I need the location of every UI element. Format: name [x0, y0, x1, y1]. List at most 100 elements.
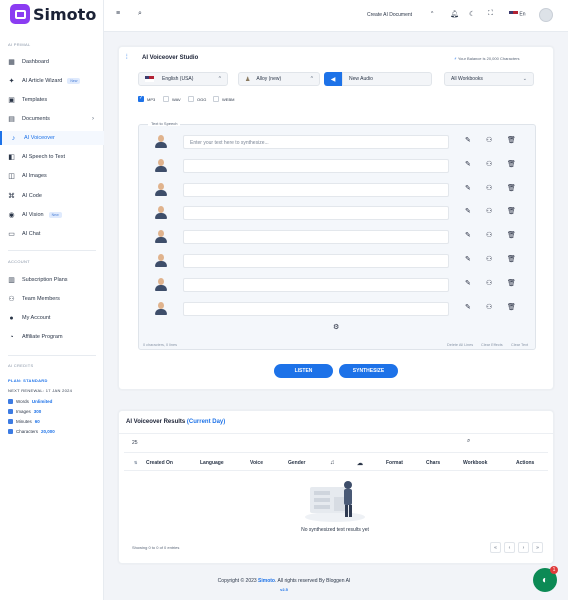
- brand-logo[interactable]: Simoto: [10, 4, 96, 24]
- voice-avatar[interactable]: [155, 277, 167, 292]
- delete-icon[interactable]: 🗑︎: [507, 304, 516, 311]
- voice-avatar[interactable]: [155, 206, 167, 220]
- moon-icon[interactable]: ☾: [469, 10, 475, 18]
- sidebar-item-dashboard[interactable]: ▦ Dashboard: [0, 55, 104, 69]
- effects-icon[interactable]: ✎: [465, 137, 472, 144]
- pager-prev-button[interactable]: ‹: [504, 542, 515, 553]
- voice-change-icon[interactable]: ⚇: [486, 161, 493, 168]
- menu-toggle-icon[interactable]: ≡: [116, 10, 120, 17]
- format-wav[interactable]: WAV: [163, 96, 181, 102]
- delete-all-lines-button[interactable]: Delete All Lines: [447, 343, 473, 347]
- column-workbook[interactable]: Workbook: [463, 460, 487, 466]
- voice-avatar[interactable]: [155, 230, 167, 244]
- format-ogg[interactable]: OGG: [188, 96, 206, 102]
- pager-first-button[interactable]: «: [490, 542, 501, 553]
- pager-next-button[interactable]: ›: [518, 542, 529, 553]
- vision-icon: ◉: [8, 212, 15, 219]
- delete-icon[interactable]: 🗑︎: [507, 208, 516, 215]
- effects-icon[interactable]: ✎: [465, 232, 472, 239]
- fullscreen-icon[interactable]: ⛶: [488, 10, 493, 18]
- column-chars[interactable]: Chars: [426, 460, 440, 466]
- column-actions[interactable]: Actions: [516, 460, 534, 466]
- add-line-icon[interactable]: ⚙︎: [333, 323, 339, 331]
- voice-change-icon[interactable]: ⚇: [486, 256, 493, 263]
- search-icon[interactable]: ⌕: [138, 10, 142, 18]
- language-select[interactable]: English (USA) ^: [138, 72, 228, 86]
- column-format[interactable]: Format: [386, 460, 403, 466]
- delete-icon[interactable]: 🗑︎: [507, 137, 516, 144]
- sidebar-item-subscription-plans[interactable]: ▥ Subscription Plans: [0, 273, 104, 287]
- effects-icon[interactable]: ✎: [465, 161, 472, 168]
- sidebar-item-label: Templates: [22, 97, 48, 103]
- section-title-credits: AI CREDITS: [8, 363, 34, 368]
- tts-text-input[interactable]: [183, 230, 449, 245]
- voice-avatar[interactable]: [155, 182, 167, 197]
- sidebar-item-ai-vision[interactable]: ◉ AI Vision New: [0, 208, 104, 222]
- sidebar-item-documents[interactable]: ▤ Documents ›: [0, 112, 104, 126]
- clear-effects-button[interactable]: Clear Effects: [481, 343, 503, 347]
- user-avatar[interactable]: [539, 8, 553, 22]
- account-icon: ●: [9, 314, 14, 322]
- effects-icon[interactable]: ✎: [465, 304, 472, 311]
- column-voice[interactable]: Voice: [250, 460, 263, 466]
- audio-name-input[interactable]: New Audio: [342, 72, 432, 86]
- chevron-up-icon[interactable]: ^: [431, 11, 433, 17]
- tts-text-input[interactable]: [183, 206, 449, 221]
- effects-icon[interactable]: ✎: [465, 280, 472, 287]
- create-document-button[interactable]: Create AI Document: [367, 12, 412, 18]
- delete-icon[interactable]: 🗑︎: [507, 232, 516, 239]
- delete-icon[interactable]: 🗑︎: [507, 185, 516, 192]
- workbook-select[interactable]: All Workbooks ⌄: [444, 72, 534, 86]
- page-size-select[interactable]: 25: [132, 440, 138, 446]
- music-icon[interactable]: ♫: [330, 460, 335, 466]
- pager-last-button[interactable]: »: [532, 542, 543, 553]
- sidebar-item-templates[interactable]: ▣ Templates: [0, 93, 104, 107]
- sidebar-item-team-members[interactable]: ⚇ Team Members: [0, 292, 104, 306]
- effects-icon[interactable]: ✎: [465, 185, 472, 192]
- column-gender[interactable]: Gender: [288, 460, 306, 466]
- sidebar-item-ai-speech-to-text[interactable]: ◧ AI Speech to Text: [0, 150, 104, 164]
- sidebar-item-ai-voiceover[interactable]: ♪ AI Voiceover: [0, 131, 104, 145]
- effects-icon[interactable]: ✎: [465, 256, 472, 263]
- voice-avatar[interactable]: [155, 135, 167, 149]
- voice-avatar[interactable]: [155, 254, 167, 268]
- sidebar-item-ai-code[interactable]: ⌘ AI Code: [0, 189, 104, 203]
- voice-avatar[interactable]: [155, 158, 167, 173]
- sidebar-item-ai-article-wizard[interactable]: ✦ AI Article Wizard New: [0, 74, 104, 88]
- clear-text-button[interactable]: Clear Text: [511, 343, 528, 347]
- language-selector[interactable]: En: [509, 11, 526, 17]
- table-search-input[interactable]: [476, 437, 548, 447]
- bell-icon[interactable]: 🔔︎: [450, 10, 459, 18]
- tts-text-input[interactable]: [183, 301, 449, 316]
- voice-change-icon[interactable]: ⚇: [486, 208, 493, 215]
- voice-change-icon[interactable]: ⚇: [486, 185, 493, 192]
- sidebar-item-affiliate-program[interactable]: ◔ Affiliate Program: [0, 330, 104, 344]
- voice-select[interactable]: ♟ Alloy (new) ^: [238, 72, 320, 86]
- tts-text-input[interactable]: [183, 254, 449, 268]
- voice-change-icon[interactable]: ⚇: [486, 304, 493, 311]
- voice-change-icon[interactable]: ⚇: [486, 280, 493, 287]
- listen-button[interactable]: LISTEN: [274, 364, 333, 378]
- sidebar-item-my-account[interactable]: ● My Account: [0, 311, 104, 325]
- voice-avatar[interactable]: [155, 301, 167, 316]
- voice-change-icon[interactable]: ⚇: [486, 137, 493, 144]
- column-created-on[interactable]: Created On: [146, 460, 173, 466]
- sidebar-item-ai-images[interactable]: ◫ AI Images: [0, 169, 104, 183]
- format-mp3[interactable]: MP3: [138, 95, 155, 102]
- tts-text-input[interactable]: Enter your text here to synthesize...: [183, 135, 449, 149]
- delete-icon[interactable]: 🗑︎: [507, 256, 516, 263]
- format-webm[interactable]: WEBM: [213, 96, 234, 102]
- sort-icon[interactable]: ⇅: [134, 460, 137, 465]
- effects-icon[interactable]: ✎: [465, 208, 472, 215]
- cloud-icon[interactable]: ☁: [357, 460, 363, 467]
- tts-text-input[interactable]: [183, 277, 449, 292]
- search-icon[interactable]: ⌕: [467, 438, 470, 445]
- synthesize-button[interactable]: SYNTHESIZE: [339, 364, 398, 378]
- sidebar-item-ai-chat[interactable]: ▭ AI Chat: [0, 227, 104, 241]
- tts-text-input[interactable]: [183, 182, 449, 197]
- column-language[interactable]: Language: [200, 460, 224, 466]
- delete-icon[interactable]: 🗑︎: [507, 161, 516, 168]
- delete-icon[interactable]: 🗑︎: [507, 280, 516, 287]
- tts-text-input[interactable]: [183, 158, 449, 173]
- voice-change-icon[interactable]: ⚇: [486, 232, 493, 239]
